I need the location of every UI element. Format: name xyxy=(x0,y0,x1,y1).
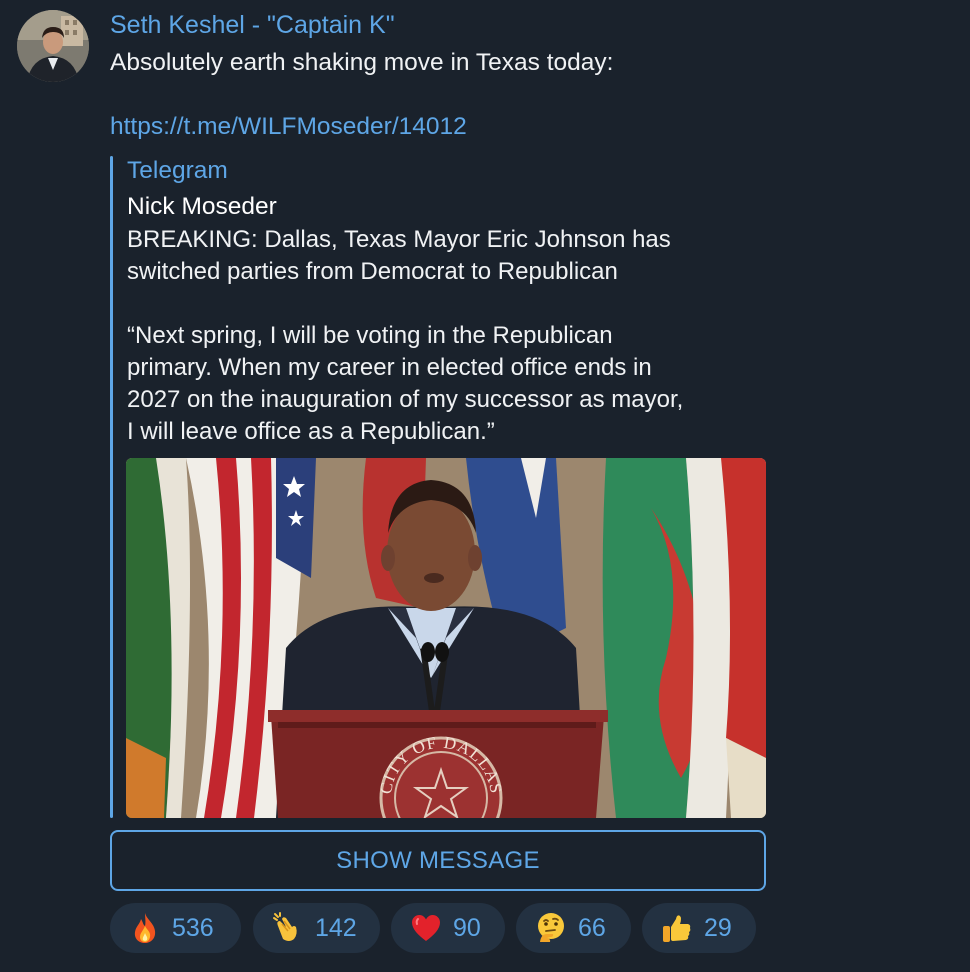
description-line: I will leave office as a Republican.” xyxy=(127,418,495,445)
thinking-face-icon xyxy=(534,911,568,945)
reaction-fire[interactable]: 536 xyxy=(110,903,241,953)
author-name[interactable]: Seth Keshel - "Captain K" xyxy=(110,11,395,40)
description-line: 2027 on the inauguration of my successor… xyxy=(127,386,684,413)
reaction-count: 536 xyxy=(172,913,214,942)
description-line: “Next spring, I will be voting in the Re… xyxy=(127,322,613,349)
description-line: switched parties from Democrat to Republ… xyxy=(127,258,618,285)
thumbs-up-icon xyxy=(660,911,694,945)
link-preview-accent-bar xyxy=(110,156,113,818)
message-link[interactable]: https://t.me/WILFMoseder/14012 xyxy=(110,111,467,143)
reaction-count: 142 xyxy=(315,913,357,942)
description-line: primary. When my career in elected offic… xyxy=(127,354,652,381)
link-preview-image[interactable]: CITY OF DALLAS xyxy=(126,458,766,818)
reaction-count: 66 xyxy=(578,913,606,942)
description-line xyxy=(127,288,683,320)
reaction-thinking[interactable]: 66 xyxy=(516,903,631,953)
reaction-clap[interactable]: 142 xyxy=(253,903,380,953)
description-line: BREAKING: Dallas, Texas Mayor Eric Johns… xyxy=(127,226,671,253)
fire-icon xyxy=(128,911,162,945)
author-avatar[interactable] xyxy=(17,10,89,82)
avatar-photo xyxy=(17,10,89,82)
reaction-count: 29 xyxy=(704,913,732,942)
reaction-thumbs-up[interactable]: 29 xyxy=(642,903,756,953)
link-preview-description: BREAKING: Dallas, Texas Mayor Eric Johns… xyxy=(127,224,683,448)
mayor-at-podium-photo: CITY OF DALLAS xyxy=(126,458,766,818)
red-heart-icon xyxy=(409,911,443,945)
link-preview-site-name: Telegram xyxy=(127,157,228,184)
show-message-button[interactable]: SHOW MESSAGE xyxy=(110,830,766,891)
chat-message-view: Seth Keshel - "Captain K" Absolutely ear… xyxy=(0,0,970,972)
message-text: Absolutely earth shaking move in Texas t… xyxy=(110,49,614,76)
clapping-hands-icon xyxy=(271,911,305,945)
reaction-count: 90 xyxy=(453,913,481,942)
link-preview-title: Nick Moseder xyxy=(127,193,277,220)
reaction-heart[interactable]: 90 xyxy=(391,903,505,953)
